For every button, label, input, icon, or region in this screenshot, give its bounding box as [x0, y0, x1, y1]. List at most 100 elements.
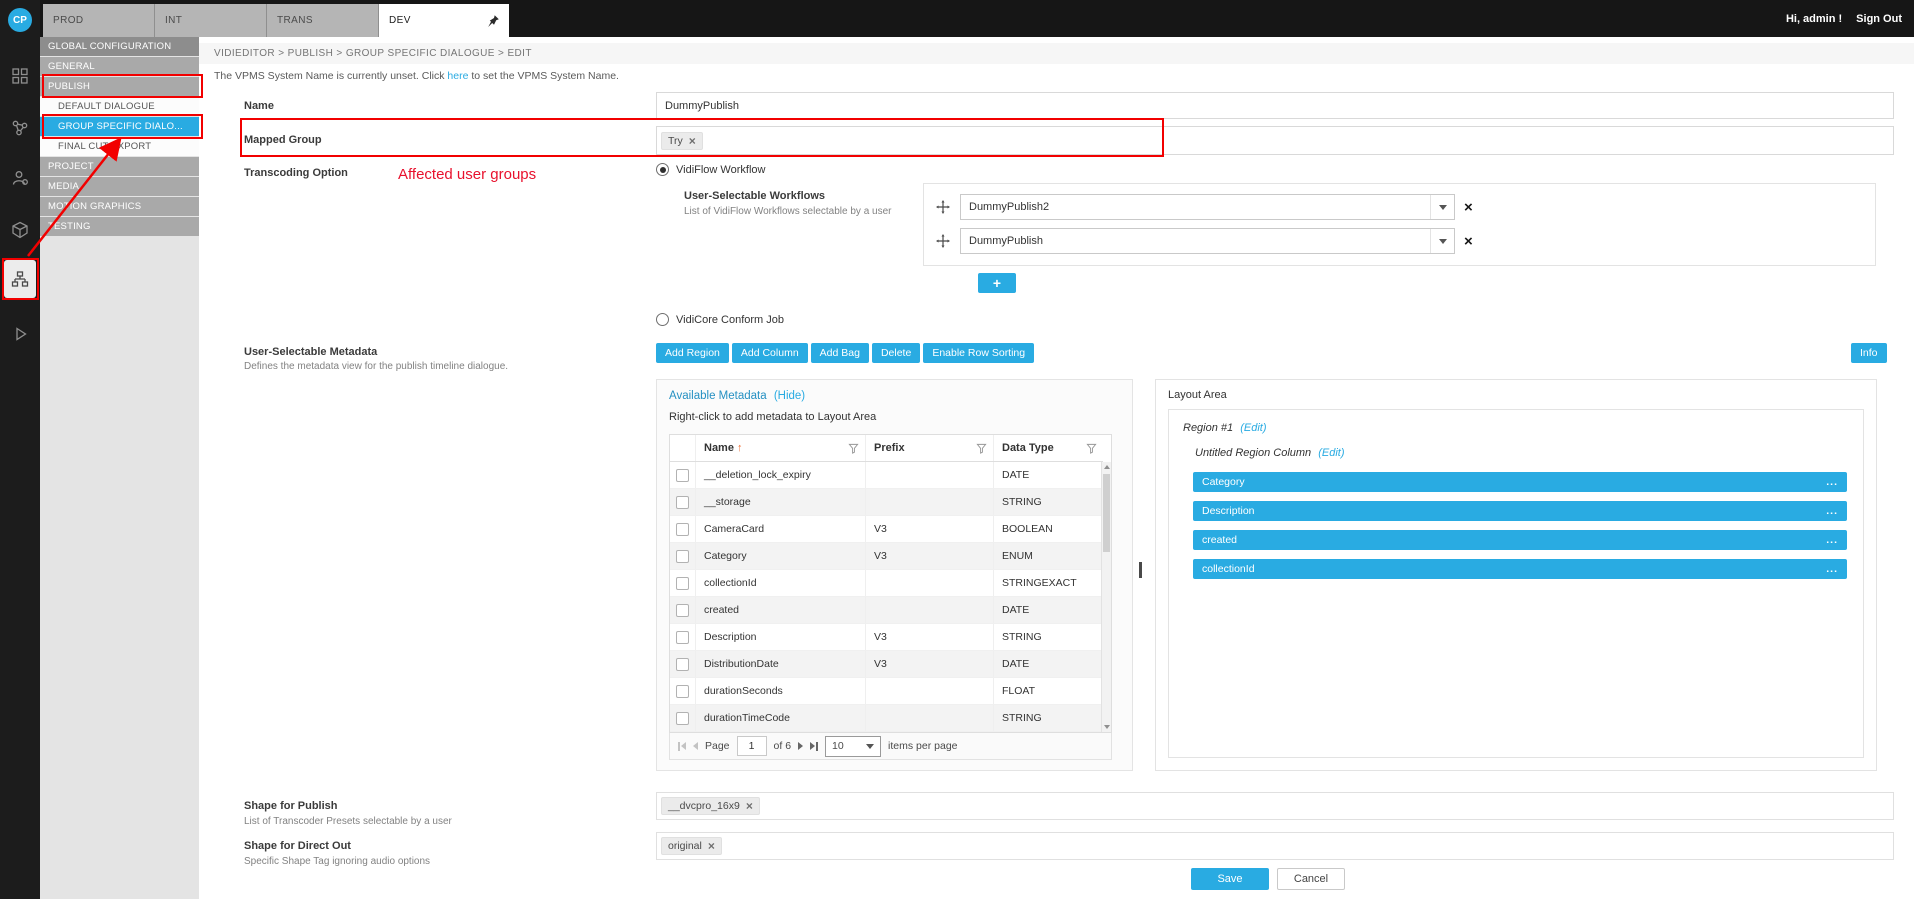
splitter-grip[interactable]	[1139, 562, 1142, 578]
chevron-down-icon[interactable]	[1430, 195, 1454, 219]
tab-int[interactable]: INT	[155, 4, 267, 37]
name-input[interactable]	[656, 92, 1894, 119]
filter-icon[interactable]	[1086, 443, 1097, 454]
item-menu-icon[interactable]: ...	[1826, 476, 1838, 488]
metadata-row[interactable]: __storage STRING	[670, 489, 1103, 516]
row-checkbox[interactable]	[676, 631, 689, 644]
shape-publish-field[interactable]: __dvcpro_16x9 ×	[656, 792, 1894, 820]
nodes-icon[interactable]	[0, 110, 40, 146]
row-checkbox[interactable]	[676, 496, 689, 509]
scroll-up-icon[interactable]	[1104, 465, 1110, 469]
delete-button[interactable]: Delete	[872, 343, 920, 363]
tab-dev[interactable]: DEV	[379, 4, 509, 37]
pager-prev-button[interactable]	[693, 742, 698, 750]
tab-trans[interactable]: TRANS	[267, 4, 379, 37]
row-checkbox[interactable]	[676, 604, 689, 617]
metadata-row[interactable]: created DATE	[670, 597, 1103, 624]
scrollbar-thumb[interactable]	[1103, 474, 1110, 552]
sidebar-item-default-dialogue[interactable]: DEFAULT DIALOGUE	[40, 97, 199, 116]
layout-item[interactable]: collectionId ...	[1193, 559, 1847, 579]
chevron-down-icon[interactable]	[1430, 229, 1454, 253]
cell-name: durationTimeCode	[696, 705, 866, 731]
sidebar-item-publish[interactable]: PUBLISH	[40, 77, 199, 96]
remove-workflow-icon[interactable]: ×	[1464, 200, 1473, 215]
item-menu-icon[interactable]: ...	[1826, 534, 1838, 546]
metadata-row[interactable]: Description V3 STRING	[670, 624, 1103, 651]
pager-next-button[interactable]	[798, 742, 803, 750]
sidebar-item-general[interactable]: GENERAL	[40, 57, 199, 76]
metadata-row[interactable]: Category V3 ENUM	[670, 543, 1103, 570]
sidebar-item-final-cut-export[interactable]: FINAL CUT EXPORT	[40, 137, 199, 156]
save-button[interactable]: Save	[1191, 868, 1269, 890]
row-checkbox[interactable]	[676, 658, 689, 671]
row-checkbox[interactable]	[676, 469, 689, 482]
metadata-row[interactable]: durationTimeCode STRING	[670, 705, 1103, 732]
scroll-down-icon[interactable]	[1104, 725, 1110, 729]
pager-first-button[interactable]	[678, 742, 686, 751]
metadata-row[interactable]: durationSeconds FLOAT	[670, 678, 1103, 705]
remove-tag-icon[interactable]: ×	[689, 135, 696, 147]
vpms-here-link[interactable]: here	[447, 70, 468, 82]
items-per-page-select[interactable]: 10	[825, 736, 881, 757]
drag-handle-icon[interactable]	[936, 234, 950, 248]
column-header-name[interactable]: Name ↑	[696, 435, 866, 461]
tag-label: original	[668, 840, 702, 852]
shape-directout-field[interactable]: original ×	[656, 832, 1894, 860]
add-region-button[interactable]: Add Region	[656, 343, 729, 363]
pager-page-input[interactable]	[737, 736, 767, 756]
item-menu-icon[interactable]: ...	[1826, 505, 1838, 517]
layout-item[interactable]: Category ...	[1193, 472, 1847, 492]
add-workflow-button[interactable]: +	[978, 273, 1016, 293]
cancel-button[interactable]: Cancel	[1277, 868, 1345, 890]
sidebar-item-motion-graphics[interactable]: MOTION GRAPHICS	[40, 197, 199, 216]
column-edit-link[interactable]: (Edit)	[1318, 447, 1344, 459]
vidiflow-workflow-radio[interactable]: VidiFlow Workflow	[656, 163, 765, 176]
tab-prod[interactable]: PROD	[43, 4, 155, 37]
metadata-row[interactable]: CameraCard V3 BOOLEAN	[670, 516, 1103, 543]
remove-workflow-icon[interactable]: ×	[1464, 234, 1473, 249]
sidebar-item-media[interactable]: MEDIA	[40, 177, 199, 196]
package-icon[interactable]	[0, 212, 40, 248]
row-checkbox[interactable]	[676, 550, 689, 563]
row-checkbox[interactable]	[676, 523, 689, 536]
metadata-row[interactable]: collectionId STRINGEXACT	[670, 570, 1103, 597]
drag-handle-icon[interactable]	[936, 200, 950, 214]
enable-row-sorting-button[interactable]: Enable Row Sorting	[923, 343, 1034, 363]
layout-item[interactable]: created ...	[1193, 530, 1847, 550]
region-edit-link[interactable]: (Edit)	[1240, 422, 1266, 434]
add-bag-button[interactable]: Add Bag	[811, 343, 869, 363]
filter-icon[interactable]	[976, 443, 987, 454]
mapped-group-field[interactable]: Try ×	[656, 126, 1894, 155]
row-checkbox[interactable]	[676, 712, 689, 725]
sidebar-item-group-specific-dialogue[interactable]: GROUP SPECIFIC DIALO...	[40, 117, 199, 136]
row-checkbox[interactable]	[676, 577, 689, 590]
column-header-prefix[interactable]: Prefix	[866, 435, 994, 461]
player-icon[interactable]	[0, 316, 40, 352]
sidebar-item-testing[interactable]: TESTING	[40, 217, 199, 236]
cell-name: __storage	[696, 489, 866, 515]
metadata-row[interactable]: __deletion_lock_expiry DATE	[670, 462, 1103, 489]
workflow-dropdown[interactable]: DummyPublish2	[960, 194, 1455, 220]
editor-config-icon[interactable]	[4, 260, 36, 298]
sidebar-item-project[interactable]: PROJECT	[40, 157, 199, 176]
table-scrollbar[interactable]	[1101, 462, 1111, 732]
app-logo[interactable]: CP	[8, 8, 32, 32]
column-header-datatype[interactable]: Data Type	[994, 435, 1103, 461]
panel-splitter[interactable]	[1137, 379, 1145, 771]
vidicore-conform-radio[interactable]: VidiCore Conform Job	[656, 313, 784, 326]
workflow-dropdown[interactable]: DummyPublish	[960, 228, 1455, 254]
modules-icon[interactable]	[0, 58, 40, 94]
layout-item[interactable]: Description ...	[1193, 501, 1847, 521]
row-checkbox[interactable]	[676, 685, 689, 698]
sign-out-link[interactable]: Sign Out	[1856, 13, 1902, 25]
user-settings-icon[interactable]	[0, 160, 40, 196]
pager-last-button[interactable]	[810, 742, 818, 751]
item-menu-icon[interactable]: ...	[1826, 563, 1838, 575]
remove-tag-icon[interactable]: ×	[746, 800, 753, 812]
filter-icon[interactable]	[848, 443, 859, 454]
remove-tag-icon[interactable]: ×	[708, 840, 715, 852]
metadata-row[interactable]: DistributionDate V3 DATE	[670, 651, 1103, 678]
hide-link[interactable]: (Hide)	[774, 390, 805, 402]
add-column-button[interactable]: Add Column	[732, 343, 808, 363]
info-button[interactable]: Info	[1851, 343, 1887, 363]
